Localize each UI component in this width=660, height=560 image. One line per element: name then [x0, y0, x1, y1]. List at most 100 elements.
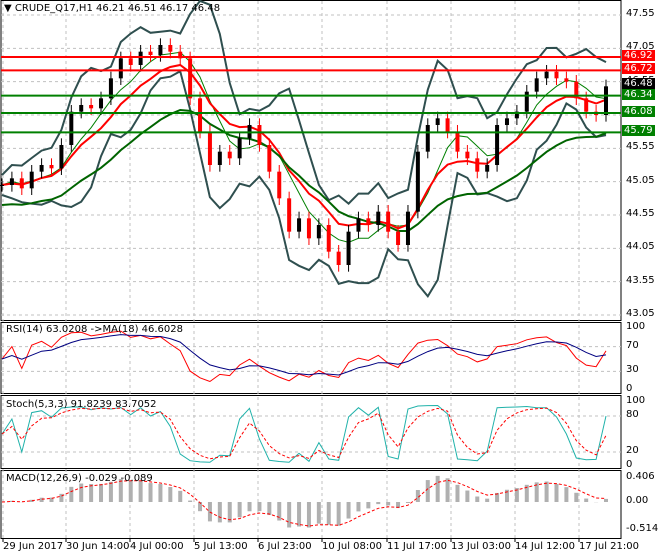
- level-price-label: 46.92: [622, 50, 655, 61]
- candle-body: [277, 171, 282, 199]
- candle-body: [465, 151, 470, 159]
- candle-body: [386, 211, 391, 232]
- dropdown-triangle-icon[interactable]: ▼: [4, 3, 12, 14]
- candle-body: [9, 178, 14, 185]
- candle-body: [415, 151, 420, 212]
- candle-body: [69, 111, 74, 145]
- macd-histogram-bar: [108, 481, 113, 502]
- macd-histogram-bar: [237, 502, 242, 518]
- macd-histogram-bar: [89, 484, 94, 502]
- candle-body: [485, 165, 490, 172]
- macd-histogram-bar: [475, 496, 480, 502]
- rsi-tick-label: 0: [626, 383, 633, 394]
- macd-histogram-bar: [485, 498, 490, 502]
- macd-tick-label: -0.514: [626, 523, 659, 534]
- time-label: 17 Jul 21:00: [579, 541, 639, 552]
- macd-histogram-bar: [99, 483, 104, 502]
- candle-body: [168, 45, 173, 52]
- price-tick-label: 45.55: [626, 141, 655, 153]
- macd-histogram-bar: [287, 502, 292, 528]
- macd-histogram-bar: [217, 502, 222, 523]
- candle-body: [29, 171, 34, 189]
- candle-body: [346, 231, 351, 265]
- candle-body: [405, 211, 410, 245]
- macd-histogram-bar: [158, 483, 163, 502]
- candle-body: [455, 131, 460, 152]
- macd-histogram-bar: [148, 483, 153, 502]
- price-tick-label: 43.55: [626, 274, 655, 286]
- price-tick-label: 44.55: [626, 208, 655, 219]
- stoch-tick-label: 20: [626, 445, 639, 456]
- stoch-tick-label: 80: [626, 409, 639, 420]
- price-tick-label: 44.05: [626, 241, 655, 253]
- candle-body: [0, 185, 4, 186]
- macd-histogram-bar: [207, 502, 212, 522]
- candle-body: [227, 151, 232, 159]
- macd-histogram-bar: [168, 487, 173, 502]
- price-tick-label: 47.55: [626, 8, 655, 19]
- time-label: 4 Jul 00:00: [130, 541, 184, 552]
- macd-histogram-bar: [257, 502, 262, 512]
- level-price-label: 46.72: [622, 63, 655, 75]
- level-price-label: 46.34: [622, 88, 655, 100]
- macd-histogram-bar: [366, 502, 371, 509]
- candle-body: [79, 105, 84, 112]
- chart-window[interactable]: ▼ CRUDE_Q17,H1 46.21 46.51 46.17 46.48 R…: [0, 0, 660, 560]
- rsi-title: RSI(14) 63.0208 ->MA(18) 46.6028: [6, 324, 183, 335]
- macd-histogram-bar: [574, 492, 579, 502]
- macd-histogram-bar: [386, 502, 391, 506]
- time-label: 29 Jun 2017: [3, 541, 64, 552]
- candle-body: [59, 145, 64, 169]
- candle-body: [287, 198, 292, 232]
- candle-body: [237, 138, 242, 159]
- candle-body: [584, 98, 589, 112]
- candle-body: [425, 125, 430, 152]
- candle-body: [49, 165, 54, 169]
- symbol-header: ▼ CRUDE_Q17,H1 46.21 46.51 46.17 46.48: [4, 3, 220, 14]
- candle-body: [128, 58, 133, 65]
- macd-histogram-bar: [297, 502, 302, 527]
- macd-histogram-bar: [79, 483, 84, 502]
- candle-body: [118, 58, 123, 79]
- symbol-label: CRUDE_Q17,H1: [14, 3, 93, 14]
- candle-body: [306, 218, 311, 239]
- candle-body: [99, 98, 104, 109]
- macd-histogram-bar: [336, 502, 341, 526]
- time-label: 14 Jul 12:00: [515, 541, 575, 552]
- rsi-tick-label: 30: [626, 364, 639, 376]
- candle-body: [376, 211, 381, 225]
- stoch-tick-label: 100: [626, 395, 646, 406]
- macd-histogram-bar: [376, 502, 381, 505]
- time-label: 13 Jul 03:00: [451, 541, 511, 552]
- candle-body: [435, 118, 440, 125]
- macd-histogram-bar: [425, 480, 430, 502]
- macd-histogram-bar: [604, 498, 608, 502]
- current-price-label: 46.48: [622, 78, 655, 90]
- macd-histogram-bar: [326, 502, 331, 525]
- candle-body: [564, 78, 569, 82]
- price-tick-label: 45.05: [626, 174, 655, 186]
- macd-histogram-bar: [247, 502, 252, 512]
- macd-tick-label: 0.00: [626, 495, 649, 506]
- macd-title: MACD(12,26,9) -0.029 -0.089: [6, 473, 153, 484]
- rsi-tick-label: 100: [626, 321, 646, 332]
- macd-histogram-bar: [316, 502, 321, 524]
- level-price-label: 45.79: [622, 125, 655, 137]
- candle-body: [475, 158, 480, 172]
- candle-body: [445, 118, 450, 132]
- level-price-label: 46.08: [622, 106, 655, 117]
- macd-histogram-bar: [178, 490, 183, 502]
- candle-body: [148, 51, 153, 55]
- candle-body: [19, 178, 24, 189]
- candle-body: [504, 118, 509, 125]
- candle-body: [544, 71, 549, 79]
- macd-histogram-bar: [306, 502, 311, 528]
- candle-body: [534, 78, 539, 92]
- macd-histogram-bar: [39, 497, 44, 502]
- candle-body: [89, 105, 94, 109]
- candle-body: [336, 251, 341, 265]
- candle-body: [495, 125, 500, 165]
- time-label: 30 Jun 14:00: [66, 541, 130, 552]
- candle-body: [297, 218, 302, 232]
- macd-histogram-bar: [465, 490, 470, 502]
